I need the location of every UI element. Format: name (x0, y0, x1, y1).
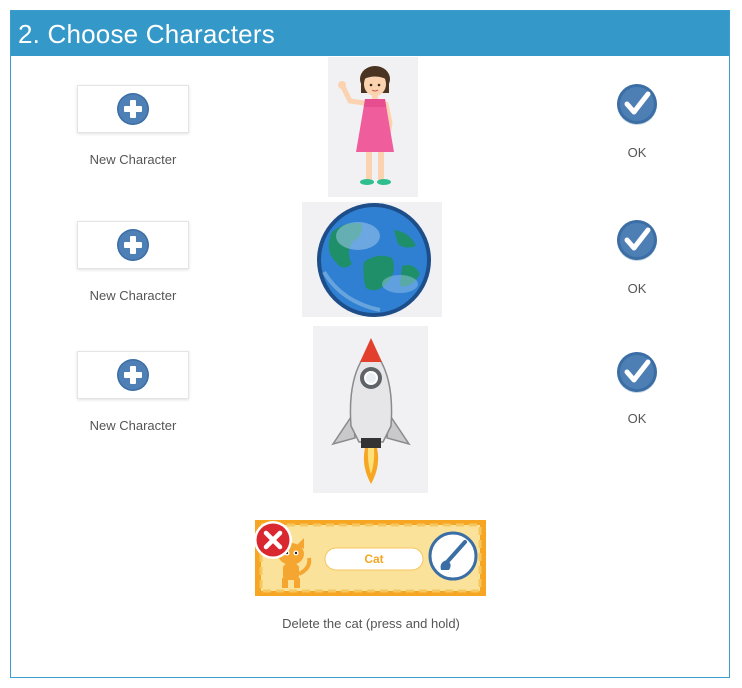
page-title: 2. Choose Characters (11, 11, 729, 56)
cat-name-label: Cat (364, 552, 384, 566)
ok-button-3[interactable] (615, 350, 659, 394)
delete-cat-hint: Delete the cat (press and hold) (282, 616, 460, 631)
new-character-label-3: New Character (89, 418, 177, 433)
checkmark-icon (617, 84, 657, 125)
new-character-label-2: New Character (89, 288, 177, 303)
rocket-sprite[interactable] (313, 326, 428, 493)
ok-label-1: OK (627, 145, 647, 160)
earth-sprite[interactable] (302, 202, 442, 317)
girl-sprite[interactable] (328, 57, 418, 197)
delete-cat-button[interactable] (253, 520, 293, 560)
plus-icon (117, 359, 149, 391)
new-character-button-2[interactable] (77, 221, 189, 269)
ok-label-2: OK (627, 281, 647, 296)
ok-label-3: OK (627, 411, 647, 426)
paintbrush-icon (428, 531, 478, 581)
plus-icon (117, 229, 149, 261)
plus-icon (117, 93, 149, 125)
close-icon (254, 521, 292, 559)
checkmark-icon (617, 352, 657, 393)
new-character-button-3[interactable] (77, 351, 189, 399)
new-character-label-1: New Character (89, 152, 177, 167)
checkmark-icon (617, 220, 657, 261)
ok-button-1[interactable] (615, 82, 659, 126)
new-character-button-1[interactable] (77, 85, 189, 133)
ok-button-2[interactable] (615, 218, 659, 262)
